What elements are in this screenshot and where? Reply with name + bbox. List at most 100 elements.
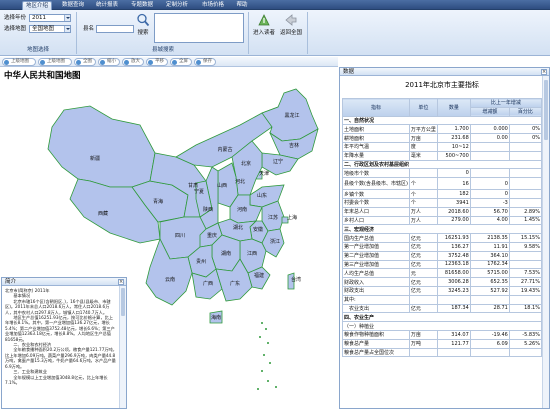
county-input[interactable] (96, 25, 134, 33)
cell-percent (508, 177, 543, 191)
cell-value: 12363.18 (436, 259, 471, 270)
tool-pan[interactable]: 平移 (146, 58, 168, 66)
cell-percent: 15.15% (508, 233, 543, 243)
table-row: 年降水量 毫米 500~700 (342, 150, 543, 161)
table-row: 粮食总产量 万吨 121.77 6.09 5.26% (342, 338, 543, 349)
cell-value: 231.68 (436, 133, 471, 143)
province-label: 广东 (230, 280, 240, 287)
cell-value: 2018.60 (436, 206, 471, 217)
cell-unit: 度 (408, 141, 438, 152)
chevron-down-icon[interactable] (64, 15, 70, 21)
data-panel-scrollbar[interactable] (542, 76, 549, 408)
cell-unit: 亿元 (408, 233, 438, 243)
cell-unit: 亿元 (408, 250, 438, 261)
cell-amount: 0.00 (469, 133, 510, 143)
tool-full-map[interactable]: 全图 (74, 58, 96, 66)
tab-custom-analysis[interactable]: 定制分析 (162, 1, 192, 10)
cell-unit: 元 (408, 268, 438, 279)
intro-scrollbar[interactable] (119, 286, 126, 408)
table-row: 第二产业增加值 亿元 3752.48 364.10 (342, 250, 543, 261)
cell-indicator: 县级个数(含县级市、市辖区) (342, 177, 410, 191)
group-divider (307, 12, 308, 54)
tool-parent-map[interactable]: 上级地图 (2, 58, 36, 66)
cell-indicator: 土地面积 (342, 124, 410, 135)
col-indicator: 指标 (342, 98, 410, 117)
province-label: 宁夏 (194, 188, 204, 195)
col-unit: 单位 (408, 98, 438, 117)
chevron-down-icon[interactable] (64, 26, 70, 32)
subsection-heading: （一）种植业 (342, 321, 542, 331)
county-label: 县名 (83, 26, 95, 32)
tool-save[interactable]: 保存 (194, 58, 216, 66)
intro-paragraph: 全年粮食播种面积20.2万公顷，粮食产量121.77万吨，比上年增加6.09万吨… (5, 347, 117, 369)
tab-statistics-report[interactable]: 统计报表 (92, 1, 122, 10)
cell-value: 121.77 (436, 338, 471, 349)
province-label: 陕西 (203, 206, 213, 213)
scrollbar-thumb[interactable] (544, 80, 548, 140)
close-icon[interactable]: × (118, 279, 124, 285)
tab-region-intro[interactable]: 地区介绍 (22, 1, 52, 10)
table-row: 财政支出 亿元 3245.23 527.92 19.43% (342, 285, 543, 296)
year-select[interactable]: 2011 (29, 14, 71, 22)
province-label: 福建 (254, 272, 264, 279)
search-button[interactable]: 搜索 (136, 13, 150, 36)
cell-percent (508, 168, 543, 179)
search-results-box[interactable] (154, 13, 244, 43)
enter-button-label: 进入读者 (252, 30, 275, 36)
cell-percent: 9.58% (508, 241, 543, 252)
province-label: 安徽 (253, 226, 263, 233)
province-0[interactable] (47, 105, 156, 188)
enter-button[interactable]: 进入读者 (252, 13, 276, 36)
cell-amount: 1762.34 (469, 259, 510, 270)
cell-percent: 2.89% (508, 206, 543, 217)
table-row: 人均生产总值元 81658.00 5715.00 7.53% (342, 268, 543, 279)
cell-percent: 7.53% (508, 268, 543, 279)
zoom-out-icon (100, 60, 105, 65)
province-label: 山东 (257, 192, 267, 199)
province-label: 上海 (287, 214, 297, 221)
tool-parent-map-2[interactable]: 上级地图 (38, 58, 72, 66)
cell-amount (469, 347, 510, 358)
cell-indicator: 年降水量 (342, 150, 410, 161)
close-icon[interactable]: × (541, 69, 547, 75)
province-label: 吉林 (289, 142, 299, 149)
cell-indicator: 耕地面积 (342, 133, 410, 143)
tool-label: 平移 (155, 59, 164, 64)
cell-indicator: 村委会个数 (342, 197, 410, 208)
province-label: 海南 (211, 314, 221, 321)
island-marker (267, 342, 269, 344)
table-row: 国内生产总值 亿元 16251.93 2138.35 15.15% (342, 233, 543, 243)
table-row: 年末总人口 万人 2018.60 56.70 2.89% (342, 206, 543, 217)
cell-amount: 4.00 (469, 215, 510, 226)
tab-market-price[interactable]: 市场价格 (198, 1, 228, 10)
scrollbar-thumb[interactable] (121, 288, 125, 316)
cell-value: 279.00 (436, 215, 471, 226)
zoom-in-icon (124, 60, 129, 65)
back-to-national-button[interactable]: 返回全国 (279, 13, 303, 36)
cell-indicator: 其中: (342, 294, 410, 305)
save-icon (196, 60, 201, 65)
intro-paragraph: 全年规模以上工业增加值3048.8亿元，比上年增长7.1%。 (5, 374, 108, 385)
tab-help[interactable]: 帮助 (232, 1, 252, 10)
cell-value: 500~700 (436, 150, 471, 161)
tool-zoom-out[interactable]: 缩小 (98, 58, 120, 66)
tool-label: 全图 (83, 59, 92, 64)
map-select[interactable]: 全国地图 (29, 25, 71, 33)
province-label: 湖北 (233, 224, 243, 231)
back-button-label: 返回全国 (279, 30, 302, 36)
tab-data-query[interactable]: 数据查询 (58, 1, 88, 10)
table-row: 三、宏观经济 (342, 224, 542, 235)
cell-percent: 18.1% (508, 303, 543, 314)
cell-amount: 6.09 (469, 338, 510, 349)
intro-panel-title: 简介 (5, 279, 17, 285)
province-label: 天津 (259, 170, 269, 177)
intro-panel: 简介 × 北京市(简称京) 2011年 基本情况 北京市辖16个区(含朝阳区、)… (1, 277, 127, 409)
tab-topic-data[interactable]: 专题数据 (127, 1, 157, 10)
section-heading: 二、行政区划及农村基层组织 (342, 159, 542, 170)
province-label: 黑龙江 (284, 112, 299, 119)
cell-indicator: 第二产业增加值 (342, 250, 410, 261)
tool-zoom-in[interactable]: 放大 (122, 58, 144, 66)
cell-amount (469, 141, 510, 152)
year-label: 选择年份 (4, 15, 27, 21)
tool-fullscreen[interactable]: 全屏 (170, 58, 192, 66)
